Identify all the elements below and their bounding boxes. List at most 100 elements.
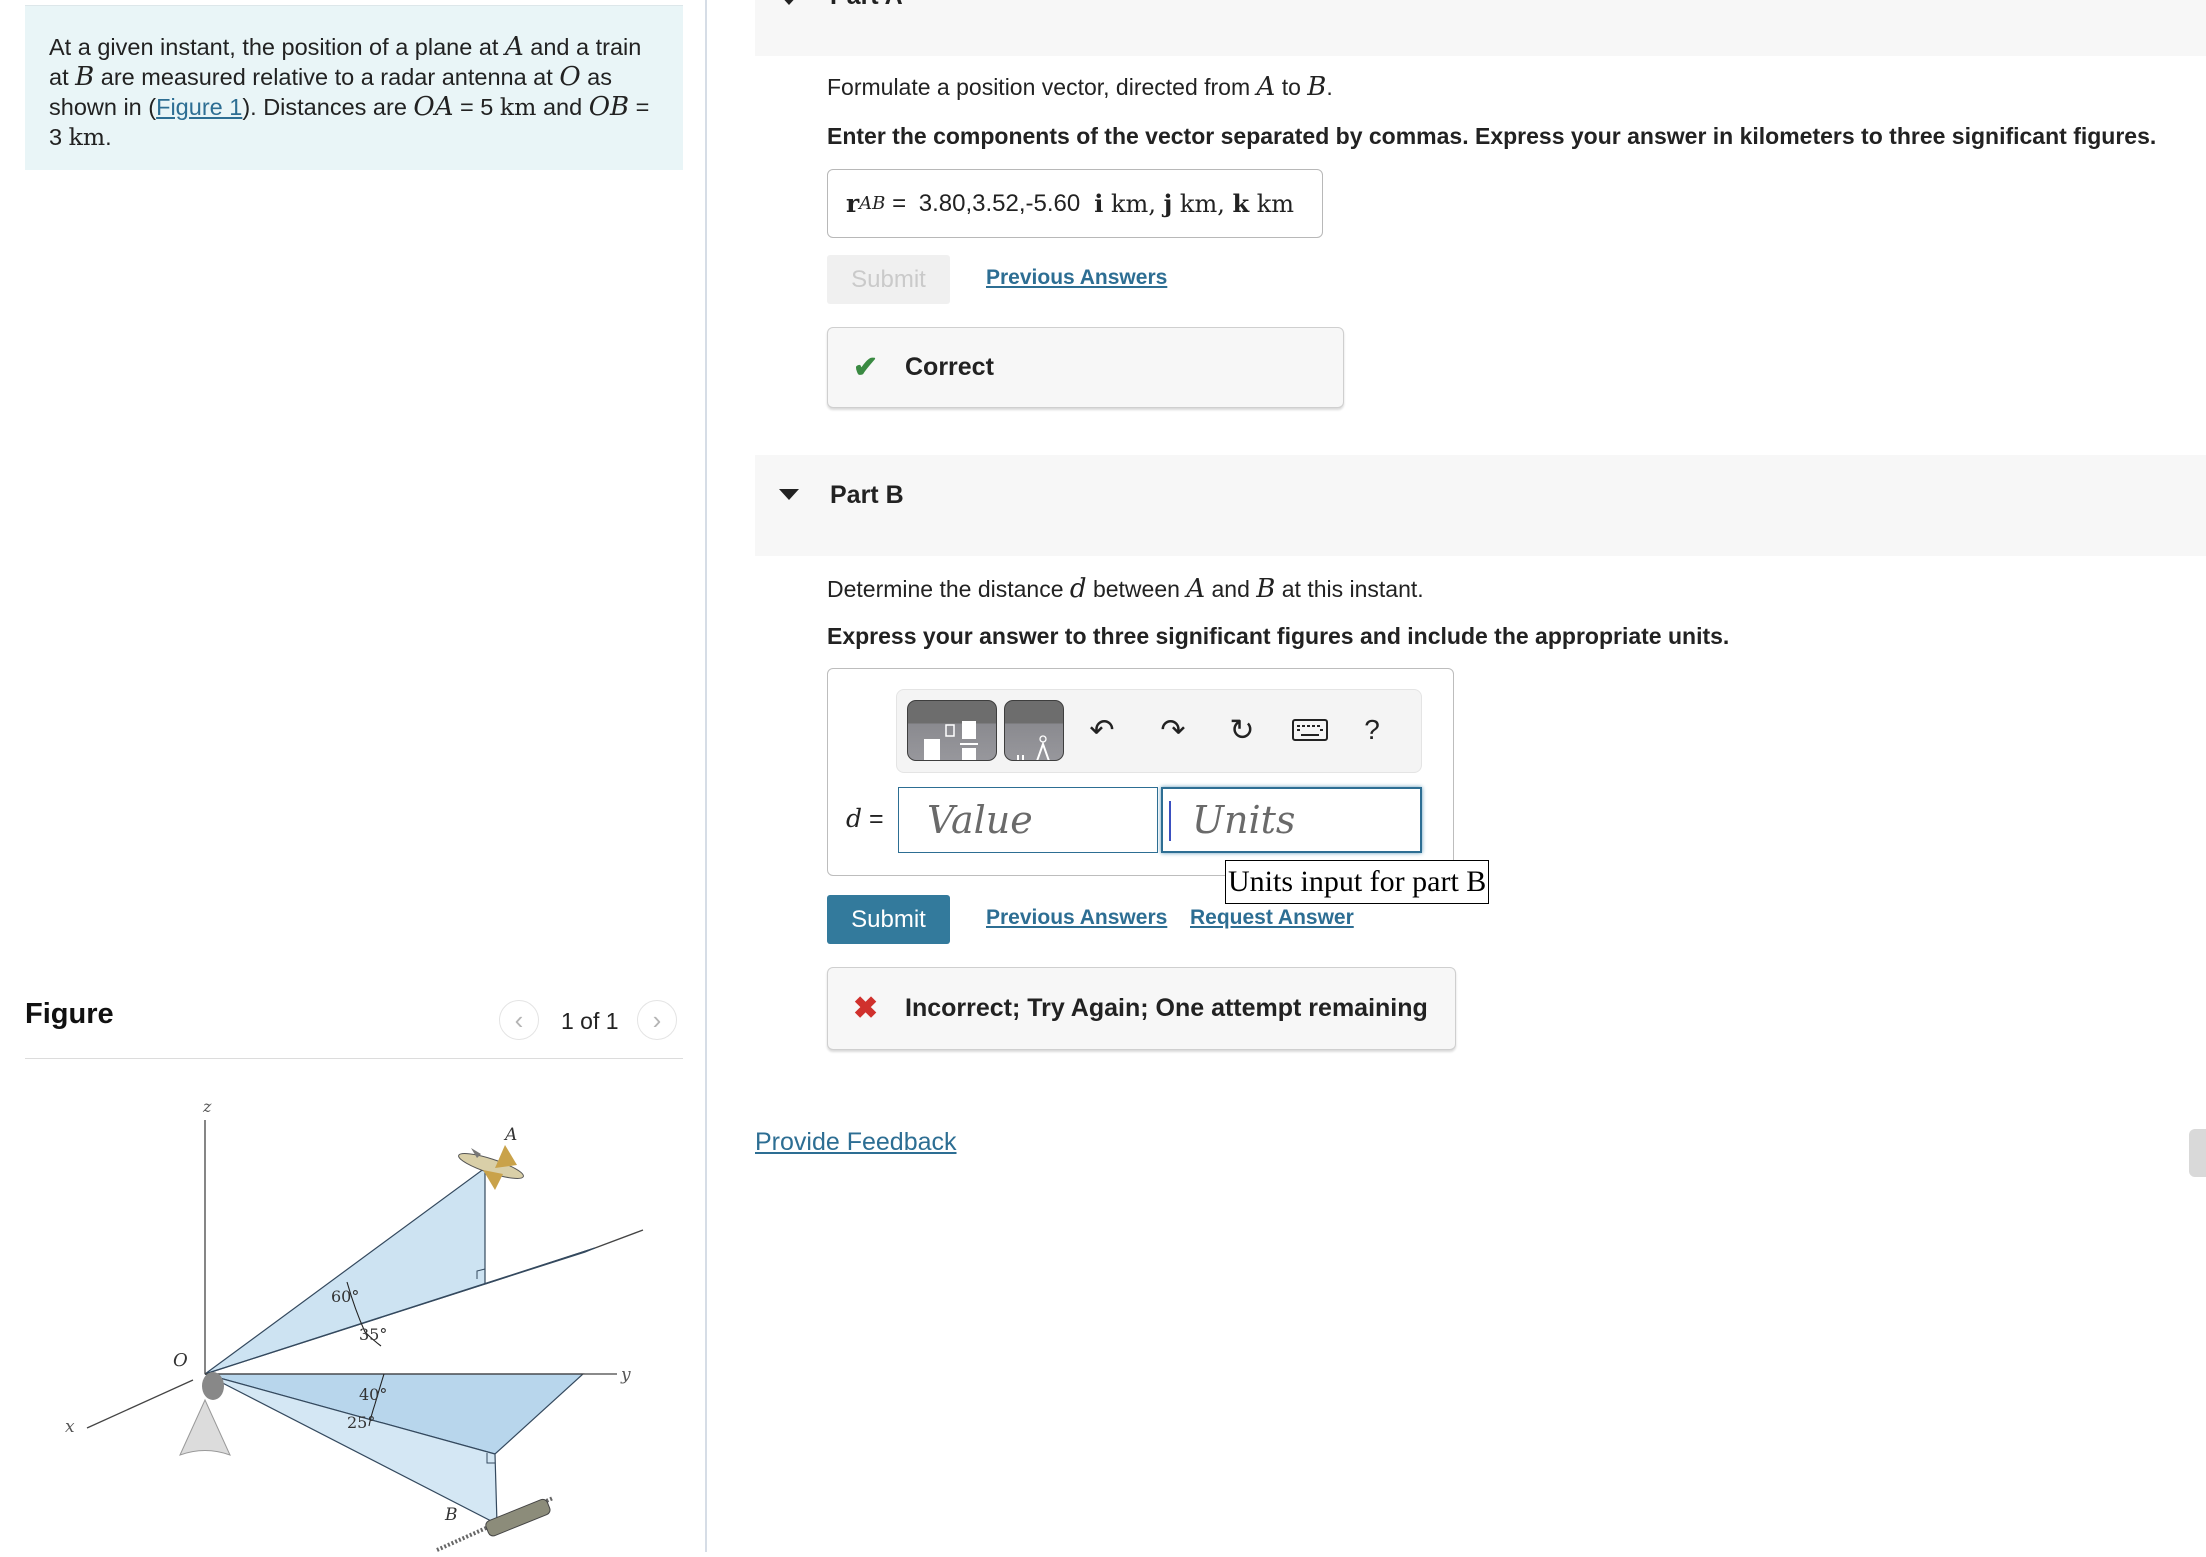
value-placeholder: Value [927,798,1033,842]
var-o: O [559,62,581,92]
prompt-text: Determine the distance [827,576,1070,602]
redo-icon: ↷ [1160,713,1186,747]
prompt-text: to [1275,74,1308,100]
label-z: z [202,1097,212,1116]
unit-j: j [1163,189,1173,218]
part-b-answer-box: ↶ ↷ ↻ ? d = Value Units [827,668,1454,876]
figure-link[interactable]: Figure 1 [156,94,242,120]
problem-text: and [536,94,589,120]
undo-button[interactable]: ↶ [1082,710,1122,750]
chevron-left-icon: ‹ [514,1004,524,1035]
part-b-header[interactable]: Part B [755,455,2206,556]
unit-km: km [1256,190,1295,218]
reset-button[interactable]: ↻ [1222,710,1262,750]
prompt-text: . [1326,74,1333,100]
caret-down-icon [779,489,799,500]
keyboard-icon [1292,719,1328,741]
prompt-text: and [1205,576,1257,602]
chevron-right-icon: › [652,1004,662,1035]
units-symbol-icon [1017,735,1050,760]
problem-text: are measured relative to a radar antenna… [94,64,560,90]
scrollbar-thumb[interactable] [2189,1129,2206,1177]
angle-35-label: 35° [359,1325,387,1344]
part-a-submit-button[interactable]: Submit [827,255,950,304]
part-a-title: Part A [830,0,903,11]
angle-60-label: 60° [331,1287,359,1306]
request-answer-link[interactable]: Request Answer [1190,906,1354,930]
part-a-prompt: Formulate a position vector, directed fr… [827,72,1333,102]
part-a-instruction: Enter the components of the vector separ… [827,123,2157,149]
y-axis-upper-ext [594,1229,644,1249]
problem-statement: At a given instant, the position of a pl… [25,5,683,170]
part-a-previous-answers-link[interactable]: Previous Answers [986,266,1167,290]
unit-km: km [499,93,537,121]
part-b-instruction: Express your answer to three significant… [827,623,1730,649]
problem-text: . [105,124,112,150]
var-b: B [75,62,95,92]
prompt-text: between [1086,576,1187,602]
prompt-text: Formulate a position vector, directed fr… [827,74,1257,100]
feedback-text: Correct [905,353,994,381]
panel-divider [705,0,707,1552]
x-axis [86,1379,194,1429]
figure-prev-button[interactable]: ‹ [499,1000,539,1040]
equals-sign: = [885,189,913,217]
problem-text: ). Distances are [242,94,414,120]
value-input[interactable]: Value [898,787,1158,853]
vector-subscript: AB [859,193,886,214]
provide-feedback-link[interactable]: Provide Feedback [755,1128,957,1157]
var-b: B [1307,72,1327,102]
part-b-previous-answers-link[interactable]: Previous Answers [986,906,1167,930]
figure-title: Figure [25,998,114,1030]
help-button[interactable]: ? [1352,710,1392,750]
part-a-answer-field: r AB = 3.80,3.52,-5.60 i km, j km, k km [827,169,1323,238]
var-a: A [1186,574,1206,604]
prompt-text: at this instant. [1275,576,1424,602]
unit-i: i [1094,189,1104,218]
part-b-prompt: Determine the distance d between A and B… [827,574,1424,604]
feedback-text: Incorrect; Try Again; One attempt remain… [905,994,1428,1022]
part-b-title: Part B [830,481,904,509]
label-y: y [620,1365,631,1385]
text-cursor [1169,801,1171,841]
reset-icon: ↻ [1229,713,1255,747]
part-b-submit-button[interactable]: Submit [827,895,950,944]
units-button[interactable] [1004,700,1064,761]
angle-40-label: 40° [359,1385,387,1404]
unit-km: km [68,123,106,151]
radar-antenna-icon [179,1372,231,1456]
problem-text: = 5 [453,94,500,120]
angle-25-label: 25° [347,1413,375,1432]
label-x: x [65,1417,75,1437]
undo-icon: ↶ [1089,713,1115,747]
part-a-feedback-correct: ✔ Correct [827,327,1344,408]
keyboard-button[interactable] [1290,710,1330,750]
figure-header: Figure ‹ 1 of 1 › [25,990,683,1059]
vector-units: i km, j km, k km [1094,189,1295,218]
templates-button[interactable] [907,700,997,761]
problem-text: At a given instant, the position of a pl… [49,34,505,60]
var-oa: OA [413,92,454,122]
label-a: A [503,1125,517,1145]
part-b-feedback-incorrect: ✖ Incorrect; Try Again; One attempt rema… [827,967,1456,1050]
units-placeholder: Units [1192,798,1296,842]
part-a-answer-value: 3.80,3.52,-5.60 [918,189,1081,217]
equals-sign: = [862,805,884,833]
unit-km: km [1179,190,1218,218]
checkmark-icon: ✔ [853,350,879,384]
cross-icon: ✖ [853,991,879,1025]
part-a-header[interactable]: Part A [755,0,2206,56]
caret-down-icon [779,0,799,5]
redo-button[interactable]: ↷ [1153,710,1193,750]
var-a: A [504,32,524,62]
unit-km: km [1111,190,1149,218]
figure-next-button[interactable]: › [637,1000,677,1040]
label-b: B [444,1505,458,1525]
var-d: d [846,804,863,833]
units-input[interactable]: Units [1161,787,1422,853]
figure-diagram: z A O x y B 60° 35° 40° 25° [65,1097,644,1552]
templates-icon [924,721,978,760]
var-d: d [1069,574,1087,604]
plane-oa-vertical [204,1166,486,1375]
unit-k: k [1232,189,1250,218]
